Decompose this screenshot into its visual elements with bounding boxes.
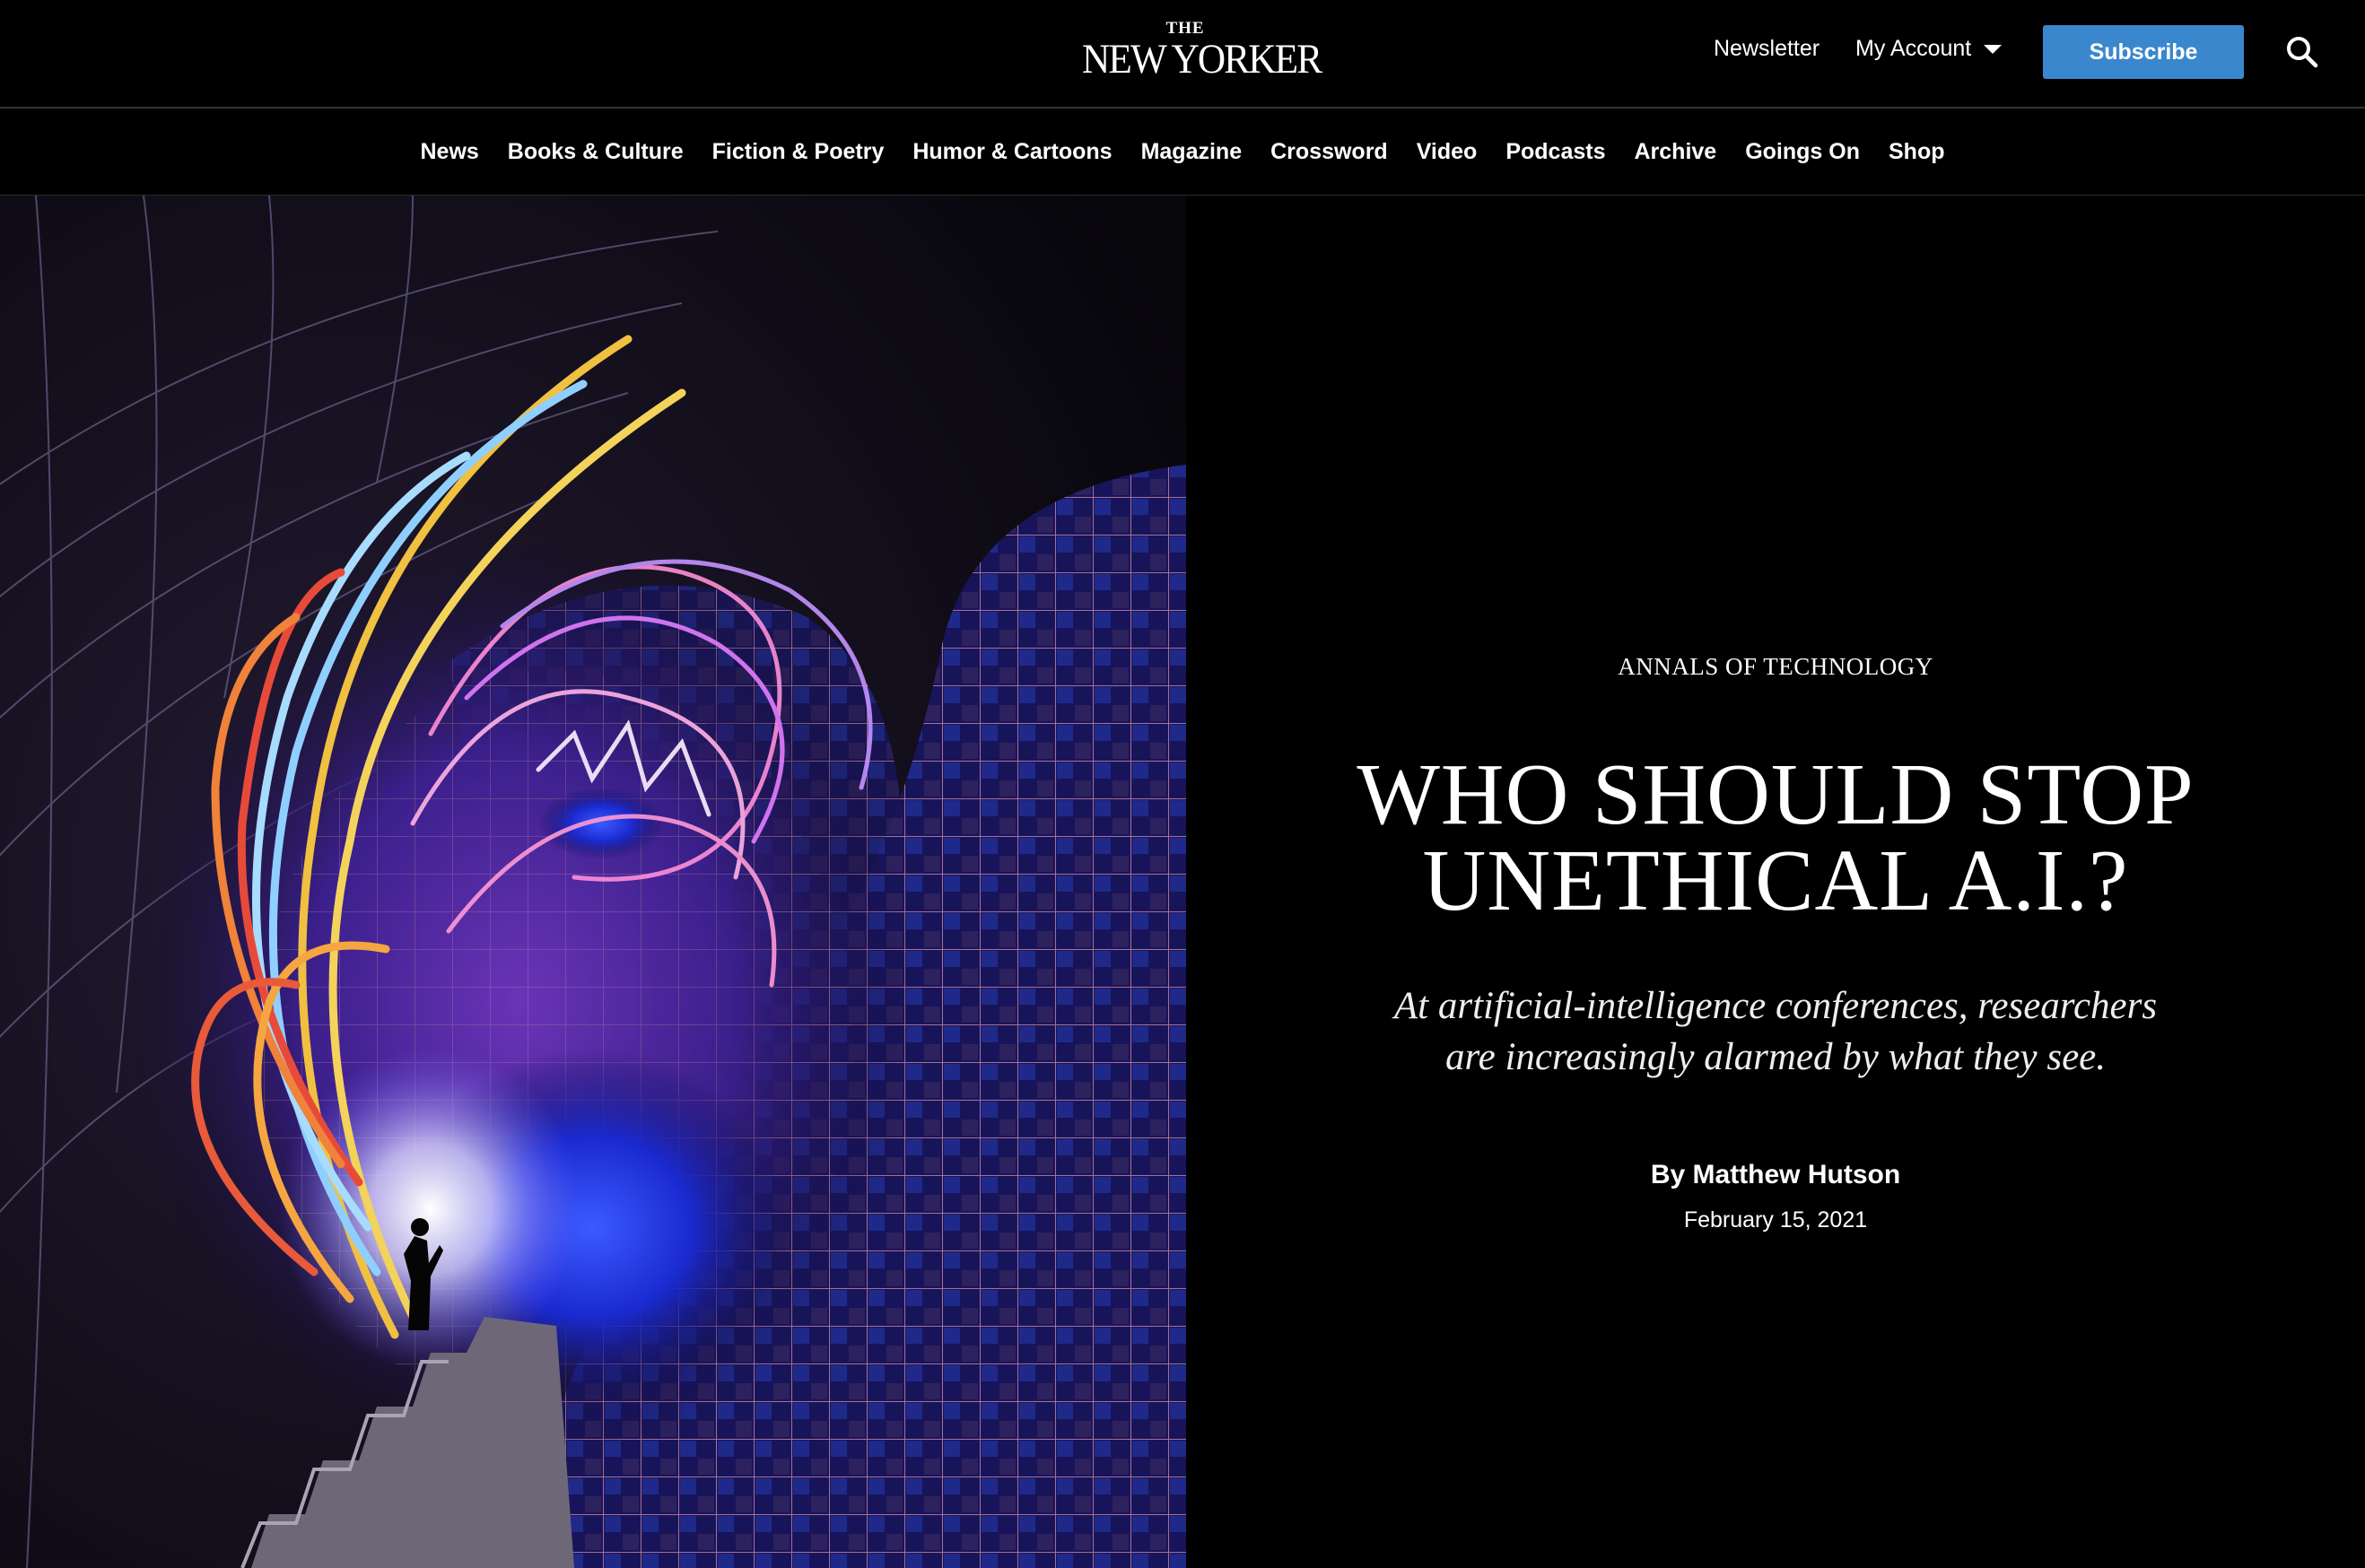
logo-the: THE	[1165, 19, 1205, 38]
nav-item-fiction-poetry[interactable]: Fiction & Poetry	[712, 139, 885, 165]
nav-item-goings-on[interactable]: Goings On	[1745, 139, 1860, 165]
nav-item-books-culture[interactable]: Books & Culture	[508, 139, 684, 165]
article-dek: At artificial-intelligence conferences, …	[1393, 985, 2158, 1078]
search-button[interactable]	[2284, 34, 2320, 70]
headline-line-2: UNETHICAL A.I.?	[1422, 832, 2129, 929]
rubric-link[interactable]: ANNALS OF TECHNOLOGY	[1186, 653, 2365, 681]
headline-line-1: WHO SHOULD STOP	[1357, 746, 2195, 843]
article-header: ANNALS OF TECHNOLOGY WHO SHOULD STOP UNE…	[1186, 196, 2365, 1568]
search-icon	[2287, 37, 2318, 68]
top-bar: THE NEW YORKER Newsletter My Account Sub…	[0, 0, 2365, 109]
nav-item-humor-cartoons[interactable]: Humor & Cartoons	[912, 139, 1112, 165]
author-byline[interactable]: By Matthew Hutson	[1186, 1160, 2365, 1190]
publish-date: February 15, 2021	[1683, 1207, 1868, 1233]
nav-item-podcasts[interactable]: Podcasts	[1505, 139, 1605, 165]
nav-list: News Books & Culture Fiction & Poetry Hu…	[0, 109, 2365, 195]
subscribe-button[interactable]: Subscribe	[2043, 25, 2244, 79]
new-yorker-logo[interactable]: THE NEW YORKER	[1073, 19, 1322, 83]
article-headline: WHO SHOULD STOP UNETHICAL A.I.?	[1186, 746, 2365, 929]
nav-item-archive[interactable]: Archive	[1635, 139, 1717, 165]
section-nav: News Books & Culture Fiction & Poetry Hu…	[0, 109, 2365, 196]
newsletter-link[interactable]: Newsletter	[1714, 36, 1820, 62]
illustration-artwork	[0, 196, 1186, 1568]
chevron-down-icon	[1984, 44, 2003, 54]
my-account-menu[interactable]: My Account	[1855, 36, 2003, 62]
hero-illustration	[0, 196, 1186, 1568]
nav-item-video[interactable]: Video	[1417, 139, 1478, 165]
logo-wordmark: NEW YORKER	[1082, 36, 1322, 83]
nav-item-news[interactable]: News	[420, 139, 478, 165]
nav-item-crossword[interactable]: Crossword	[1270, 139, 1388, 165]
my-account-label: My Account	[1855, 36, 1972, 61]
subscribe-label: Subscribe	[2089, 39, 2198, 65]
nav-item-magazine[interactable]: Magazine	[1141, 139, 1243, 165]
nav-item-shop[interactable]: Shop	[1889, 139, 1945, 165]
